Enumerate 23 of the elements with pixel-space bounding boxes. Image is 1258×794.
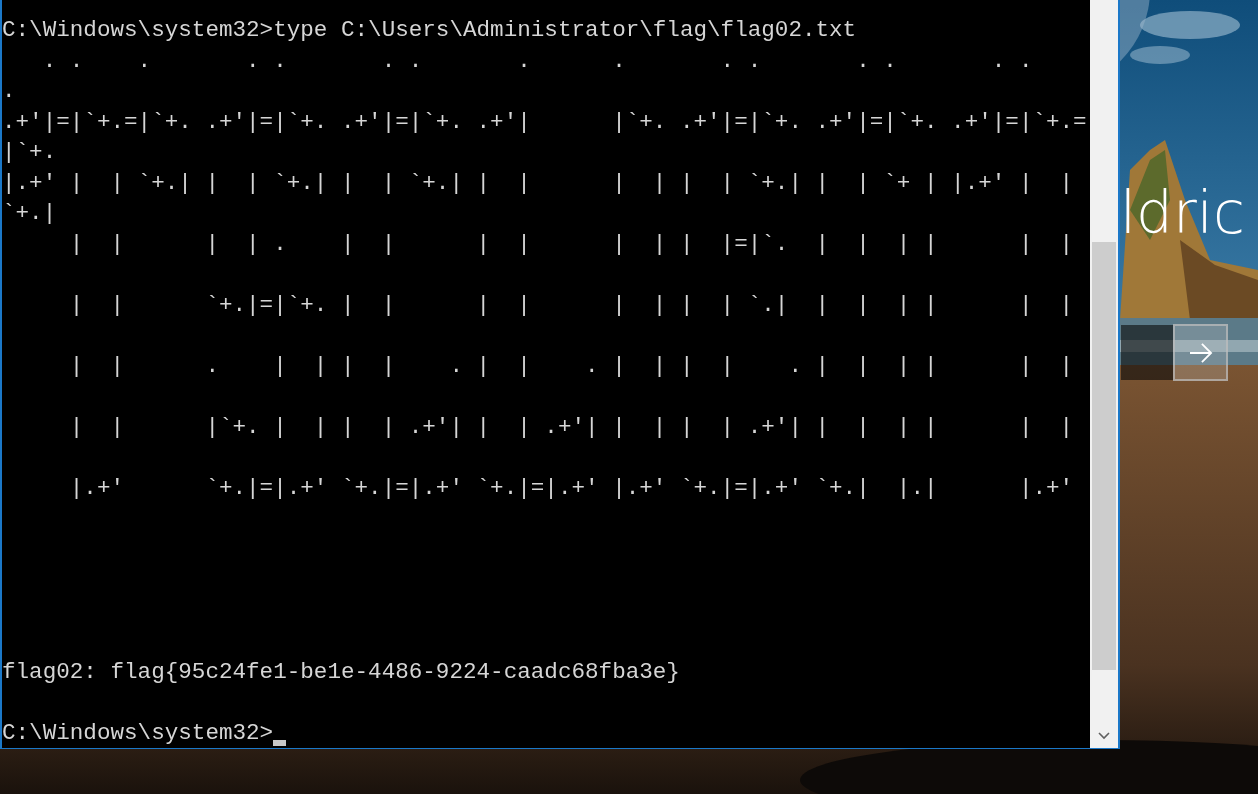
console-line: | | | | . | | | | | | | |=|`. | | | | | |: [68, 229, 1075, 259]
arrow-icon: [1187, 341, 1214, 364]
console-line: C:\Windows\system32>type C:\Users\Administrator\flag\flag02.txt: [2, 16, 858, 45]
console-line: |.+' `+.|=|.+' `+.|=|.+' `+.|=|.+' |.+' `+.|=|.+' `+.| |.| |.+': [68, 473, 1075, 503]
console-line: . . . . . . . . . . . . . . .: [41, 46, 1034, 76]
console-line: |`+.: [2, 138, 58, 167]
console-line: | | `+.|=|`+. | | | | | | | | `.| | | | | | |: [68, 290, 1075, 320]
console-line: |.+' | | `+.| | | `+.| | | `+.| | | | | | | `+.| | | `+ | |.+' | |: [2, 168, 1075, 198]
text-cursor: [273, 740, 287, 746]
command-prompt: C:\Windows\system32>: [2, 718, 274, 748]
submit-button[interactable]: [1173, 324, 1228, 381]
user-name: ldric: [1120, 178, 1245, 248]
console-line: .+'|=|`+.=|`+. .+'|=|`+. .+'|=|`+. .+'| |`+. .+'|=|`+. .+'|=|`+. .+'|=|`+.=: [2, 107, 1088, 137]
console-line: `+.|: [2, 199, 58, 228]
console-line: flag02: flag{95c24fe1-be1e-4486-9224-caadc68fba3e}: [2, 657, 681, 687]
console-window[interactable]: [0, 0, 1120, 749]
password-field[interactable]: [1121, 325, 1173, 380]
scrollbar[interactable]: [1090, 0, 1118, 748]
console-line: | | |`+. | | | | .+'| | | .+'| | | | | .+'| | | | | | |: [68, 412, 1075, 442]
scrollbar-thumb[interactable]: [1092, 242, 1116, 670]
scroll-down-icon[interactable]: [1098, 732, 1110, 740]
console-line: .: [2, 77, 17, 106]
console-line: | | . | | | | . | | . | | | | . | | | | | |: [68, 351, 1075, 381]
